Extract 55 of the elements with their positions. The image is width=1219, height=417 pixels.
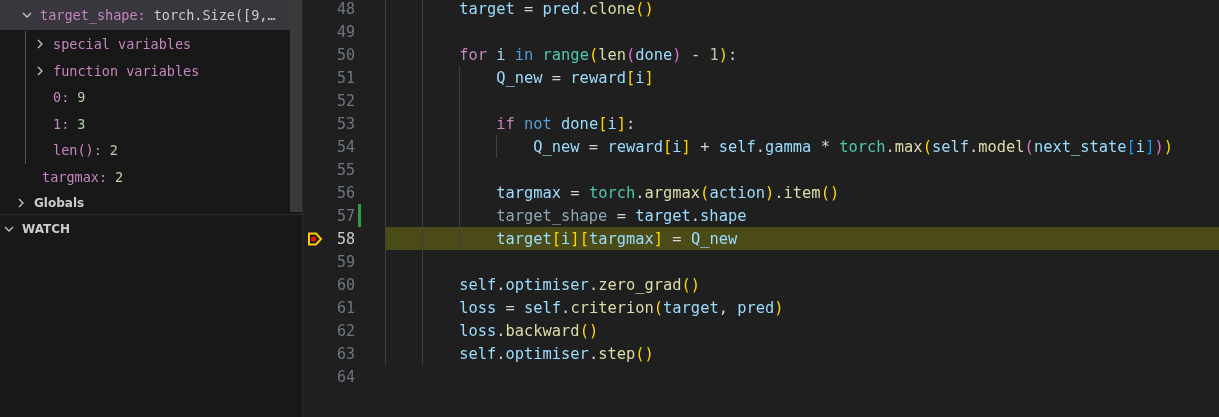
line-number: 50 — [335, 45, 355, 64]
code-line: for i in range(len(done) - 1): — [458, 45, 738, 64]
variable-value: 3 — [77, 115, 86, 132]
line-number: 54 — [335, 137, 355, 156]
line-number: 48 — [335, 0, 355, 18]
line-number: 62 — [335, 321, 355, 340]
variable-name: 1: — [53, 115, 70, 132]
line-number: 63 — [335, 344, 355, 363]
code-line: Q_new = reward[i] + self.gamma * torch.max(self.model(next_state[i])) — [532, 137, 1173, 156]
scope-row[interactable]: Globals — [0, 190, 290, 214]
scope-label: Globals — [34, 196, 85, 211]
variable-value: 9 — [77, 89, 86, 106]
variable-row[interactable]: len(): 2 — [1, 137, 290, 164]
line-number: 59 — [335, 252, 355, 271]
variable-value: torch.Size([9,… — [153, 7, 276, 23]
line-number: 56 — [335, 183, 355, 202]
code-line: target[i][targmax] = Q_new — [495, 229, 738, 248]
variable-value: 2 — [115, 168, 124, 185]
line-number: 49 — [335, 22, 355, 41]
code-line: self.optimiser.zero_grad() — [458, 275, 701, 294]
variable-row[interactable]: function variables — [1, 57, 290, 84]
variable-name: special variables — [53, 36, 192, 53]
code-line: Q_new = reward[i] — [495, 68, 654, 87]
variable-name: target_shape: — [40, 7, 146, 23]
code-line: self.optimiser.step() — [458, 344, 654, 363]
line-number: 57 — [335, 206, 355, 225]
variable-name: targmax: — [42, 168, 108, 185]
line-number: 55 — [335, 160, 355, 179]
code-line: loss = self.criterion(target, pred) — [458, 298, 784, 317]
breakpoint-icon[interactable] — [307, 231, 323, 246]
line-number: 64 — [335, 367, 355, 386]
line-number: 60 — [335, 275, 355, 294]
line-number: 51 — [335, 68, 355, 87]
variable-value: 2 — [109, 142, 118, 159]
code-line: target = pred.clone() — [458, 0, 654, 18]
variable-row[interactable]: 0: 9 — [1, 84, 290, 111]
code-line: target_shape = target.shape — [495, 206, 747, 225]
code-line: targmax = torch.argmax(action).item() — [495, 183, 840, 202]
chevron-icon — [4, 224, 16, 234]
line-number: 53 — [335, 114, 355, 133]
variable-name: 0: — [53, 89, 70, 106]
scrollbar[interactable] — [290, 0, 302, 212]
code-line: loss.backward() — [458, 321, 599, 340]
variable-row[interactable]: 1: 3 — [1, 110, 290, 137]
variable-row[interactable]: targmax: 2 — [0, 163, 290, 190]
variable-name: function variables — [53, 62, 200, 79]
watch-header[interactable]: WATCH — [0, 215, 302, 243]
line-number: 61 — [335, 298, 355, 317]
variable-row[interactable]: target_shape: torch.Size([9,… — [0, 0, 290, 30]
line-number: 58 — [335, 229, 355, 248]
line-number: 52 — [335, 91, 355, 110]
chevron-icon — [22, 10, 34, 20]
variable-row[interactable]: special variables — [1, 31, 290, 58]
code-line: if not done[i]: — [495, 114, 636, 133]
variable-name: len(): — [53, 142, 102, 159]
